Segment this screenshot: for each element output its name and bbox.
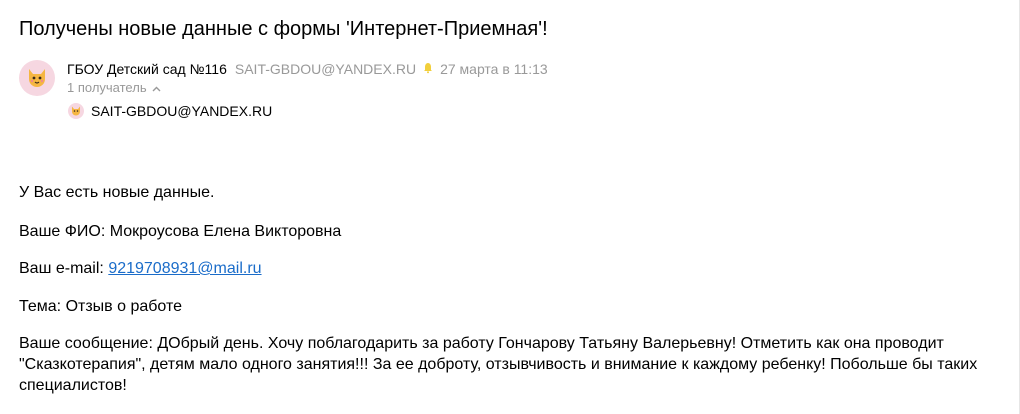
bell-icon	[422, 61, 434, 77]
recipient-email[interactable]: SAIT-GBDOU@YANDEX.RU	[91, 103, 272, 119]
recipient-avatar	[68, 103, 84, 119]
body-intro: У Вас есть новые данные.	[19, 184, 215, 201]
sender-name[interactable]: ГБОУ Детский сад №116	[67, 61, 227, 77]
fio-label: Ваше ФИО:	[19, 223, 110, 240]
chevron-up-icon	[152, 80, 161, 95]
email-link[interactable]: 9219708931@mail.ru	[108, 260, 261, 277]
body-topic: Тема: Отзыв о работе	[19, 296, 182, 317]
body-message: Ваше сообщение: ДОбрый день. Хочу поблаг…	[19, 333, 999, 396]
email-subject: Получены новые данные с формы 'Интернет-…	[19, 18, 548, 40]
email-date: 27 марта в 11:13	[440, 61, 548, 77]
recipients-toggle[interactable]: 1 получатель	[67, 80, 161, 95]
body-email: Ваш e-mail: 9219708931@mail.ru	[19, 258, 262, 279]
message-value: ДОбрый день. Хочу поблагодарить за работ…	[19, 335, 978, 394]
cat-face-icon	[72, 106, 80, 116]
email-label: Ваш e-mail:	[19, 260, 109, 277]
sender-line: ГБОУ Детский сад №116 SAIT-GBDOU@YANDEX.…	[67, 61, 548, 77]
sender-avatar[interactable]	[19, 60, 55, 96]
body-fio: Ваше ФИО: Мокроусова Елена Викторовна	[19, 221, 341, 242]
fio-value: Мокроусова Елена Викторовна	[109, 223, 342, 240]
topic-label: Тема:	[19, 298, 66, 315]
sender-email[interactable]: SAIT-GBDOU@YANDEX.RU	[235, 61, 416, 77]
recipients-count: 1 получатель	[67, 80, 147, 95]
message-label: Ваше сообщение:	[19, 335, 158, 352]
cat-face-icon	[29, 69, 45, 87]
topic-value: Отзыв о работе	[65, 298, 183, 315]
